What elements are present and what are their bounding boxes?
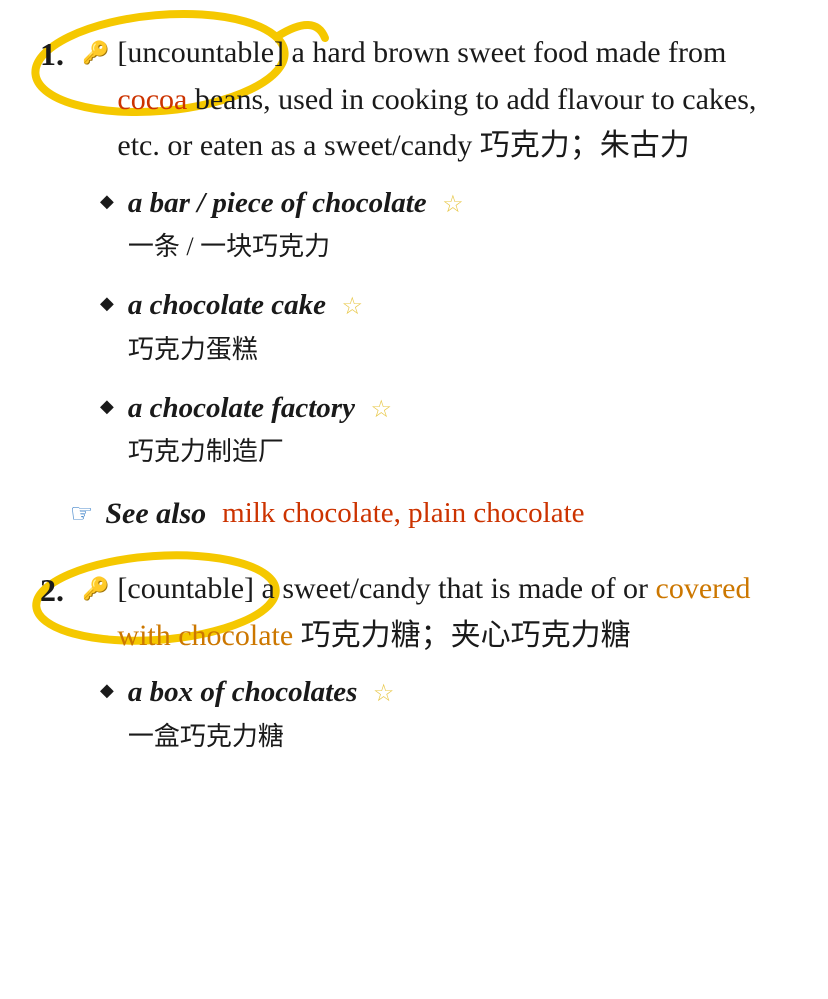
example-phrase-2: a chocolate cake [128,289,326,321]
example-item-2: ◆ a chocolate cake ☆ 巧克力蛋糕 [100,282,788,369]
star-icon-2[interactable]: ☆ [341,294,363,320]
star-icon-4[interactable]: ☆ [373,681,395,707]
diamond-icon-4: ◆ [100,677,114,704]
see-also-icon: ☞ [70,494,93,533]
def-text-1b: beans, used in cooking to add flavour to… [117,83,756,163]
see-also-label: See also [105,491,206,536]
examples-list-1: ◆ a bar / piece of chocolate ☆ 一条 / 一块巧克… [100,180,788,472]
star-icon-1[interactable]: ☆ [442,192,464,218]
example-item-1: ◆ a bar / piece of chocolate ☆ 一条 / 一块巧克… [100,180,788,267]
example-item-3: ◆ a chocolate factory ☆ 巧克力制造厂 [100,385,788,472]
key-icon-1: 🔑 [82,36,109,69]
example-content-4: a box of chocolates ☆ 一盒巧克力糖 [128,669,788,756]
entry-1-definition-line1: [uncountable] a hard brown sweet food ma… [117,30,788,170]
example-phrase-1: a bar / piece of chocolate [128,187,427,219]
diamond-icon-2: ◆ [100,290,114,317]
example-chinese-3: 巧克力制造厂 [128,432,788,471]
entry-1-chinese-inline: 巧克力；朱古力 [480,129,690,162]
examples-list-2: ◆ a box of chocolates ☆ 一盒巧克力糖 [100,669,788,756]
example-item-4: ◆ a box of chocolates ☆ 一盒巧克力糖 [100,669,788,756]
entry-2-definition: [countable] a sweet/candy that is made o… [117,566,788,659]
diamond-icon-1: ◆ [100,188,114,215]
diamond-icon-3: ◆ [100,393,114,420]
example-chinese-4: 一盒巧克力糖 [128,717,788,756]
example-content-1: a bar / piece of chocolate ☆ 一条 / 一块巧克力 [128,180,788,267]
example-content-2: a chocolate cake ☆ 巧克力蛋糕 [128,282,788,369]
example-chinese-2: 巧克力蛋糕 [128,330,788,369]
example-content-3: a chocolate factory ☆ 巧克力制造厂 [128,385,788,472]
example-phrase-4: a box of chocolates [128,676,358,708]
def-text-1a: a hard brown sweet food made from [292,36,727,69]
entry-1-number: 1. [40,30,76,78]
entry-2-number: 2. [40,566,76,614]
key-icon-2: 🔑 [82,572,109,605]
see-also-row: ☞ See also milk chocolate, plain chocola… [70,491,788,536]
entry-2: 2. 🔑 [countable] a sweet/candy that is m… [40,566,788,756]
sense-tag-2: [countable] [117,572,254,605]
cocoa-link[interactable]: cocoa [117,83,187,116]
entry-2-chinese-inline: 巧克力糖；夹心巧克力糖 [301,619,631,652]
sense-tag-1: [uncountable] [117,36,284,69]
example-chinese-1: 一条 / 一块巧克力 [128,227,788,266]
see-also-links[interactable]: milk chocolate, plain chocolate [222,492,584,536]
example-phrase-3: a chocolate factory [128,392,355,424]
entry-1: 1. 🔑 [uncountable] a hard brown sweet fo… [40,30,788,536]
star-icon-3[interactable]: ☆ [370,397,392,423]
